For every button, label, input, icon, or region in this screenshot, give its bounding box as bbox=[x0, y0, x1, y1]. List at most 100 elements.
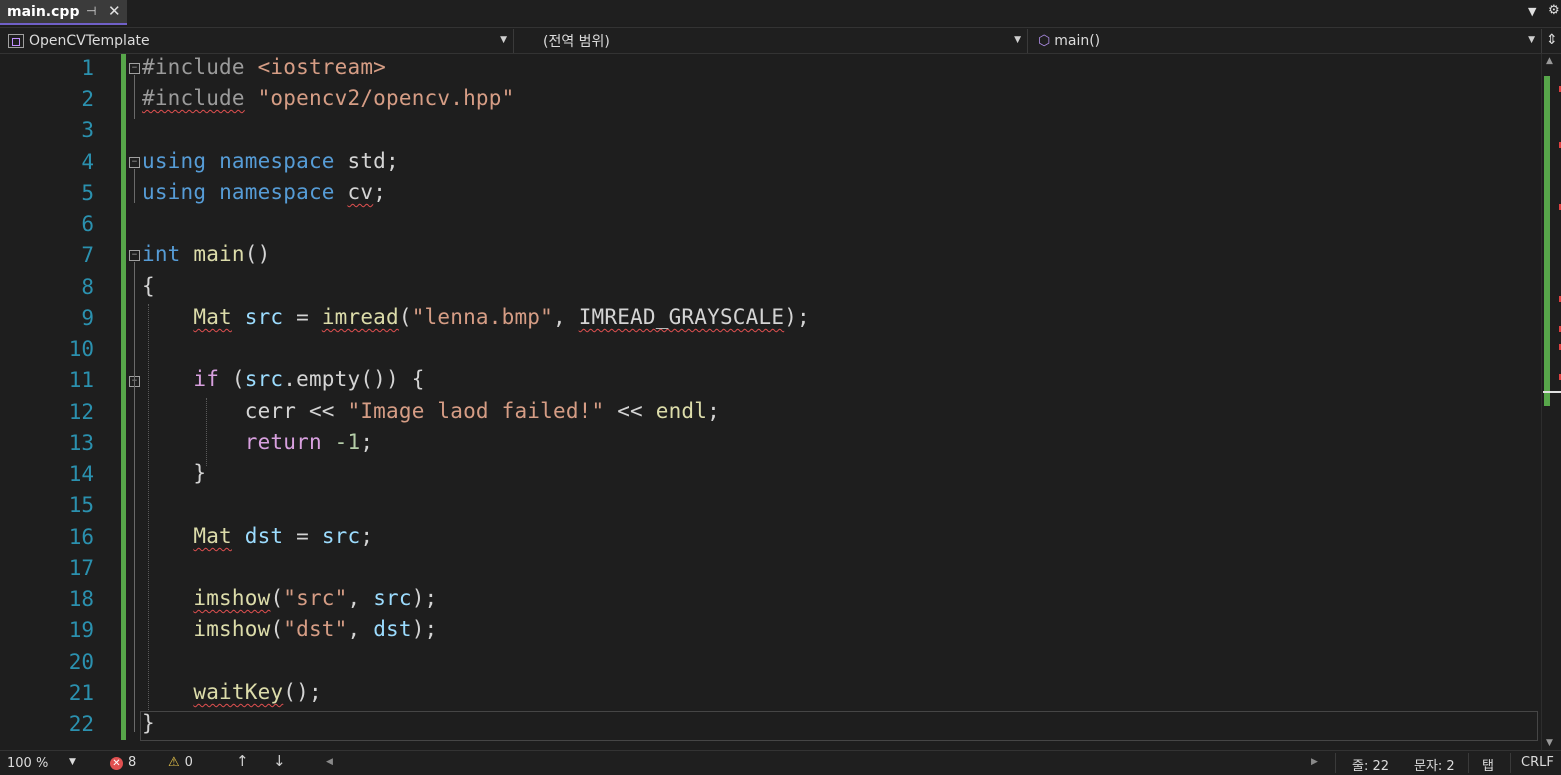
indentation-indicator[interactable]: 탭 bbox=[1482, 755, 1494, 774]
line-number: 20 bbox=[68, 650, 94, 674]
line-number: 8 bbox=[81, 275, 94, 299]
vertical-scrollbar[interactable]: ▲ ▼ bbox=[1541, 54, 1561, 750]
code-text: { bbox=[142, 274, 155, 298]
line-number: 4 bbox=[81, 150, 94, 174]
code-text: cerr << "Image laod failed!" << endl; bbox=[244, 399, 720, 423]
code-line: 21 waitKey(); bbox=[0, 679, 1541, 710]
tab-main-cpp[interactable]: main.cpp ⊣ ✕ bbox=[0, 0, 127, 25]
code-editor[interactable]: − − − − 1 #include <iostream> 2 #include… bbox=[0, 54, 1541, 750]
line-number: 3 bbox=[81, 118, 94, 142]
divider bbox=[1468, 753, 1469, 773]
code-line: 11 if (src.empty()) { bbox=[0, 366, 1541, 397]
line-indicator[interactable]: 줄: 22 bbox=[1352, 755, 1389, 774]
project-dropdown[interactable]: OpenCVTemplate ▼ bbox=[0, 29, 514, 53]
code-line: 17 bbox=[0, 554, 1541, 585]
scroll-right-icon[interactable]: ▶ bbox=[1311, 757, 1318, 767]
caret-position-marker bbox=[1543, 391, 1561, 393]
code-line: 7 int main() bbox=[0, 241, 1541, 272]
code-text: return -1; bbox=[244, 430, 374, 454]
warning-icon: ⚠ bbox=[168, 755, 180, 770]
code-text: using namespace cv; bbox=[142, 180, 387, 204]
scope-dropdown[interactable]: (전역 범위) ▼ bbox=[516, 29, 1028, 53]
code-line: 8 { bbox=[0, 273, 1541, 304]
line-number: 22 bbox=[68, 712, 94, 736]
code-line: 2 #include "opencv2/opencv.hpp" bbox=[0, 85, 1541, 116]
code-line: 9 Mat src = imread("lenna.bmp", IMREAD_G… bbox=[0, 304, 1541, 335]
scroll-down-icon[interactable]: ▼ bbox=[1546, 738, 1553, 748]
navigation-bar: OpenCVTemplate ▼ (전역 범위) ▼ ⬡ main() ▼ ⇕ bbox=[0, 27, 1561, 54]
code-text: Mat src = imread("lenna.bmp", IMREAD_GRA… bbox=[193, 305, 810, 329]
code-text: Mat dst = src; bbox=[193, 524, 374, 548]
zoom-dropdown[interactable]: 100 % ▼ bbox=[2, 753, 78, 773]
zoom-level: 100 % bbox=[7, 755, 49, 771]
code-line: 15 bbox=[0, 491, 1541, 522]
line-ending-indicator[interactable]: CRLF bbox=[1521, 755, 1554, 770]
chevron-down-icon: ▼ bbox=[1528, 35, 1535, 45]
code-text: #include <iostream> bbox=[142, 55, 387, 79]
code-line: 5 using namespace cv; bbox=[0, 179, 1541, 210]
method-cube-icon: ⬡ bbox=[1038, 33, 1051, 49]
tab-title: main.cpp bbox=[7, 3, 80, 20]
next-issue-arrow-down-icon[interactable]: ↓ bbox=[273, 752, 286, 770]
code-text: using namespace std; bbox=[142, 149, 399, 173]
line-number: 12 bbox=[68, 400, 94, 424]
code-line: 14 } bbox=[0, 460, 1541, 491]
code-line: 1 #include <iostream> bbox=[0, 54, 1541, 85]
code-text: waitKey(); bbox=[193, 680, 322, 704]
code-line: 4 using namespace std; bbox=[0, 148, 1541, 179]
line-number: 2 bbox=[81, 87, 94, 111]
line-number: 11 bbox=[68, 368, 94, 392]
line-number: 16 bbox=[68, 525, 94, 549]
member-name: main() bbox=[1054, 33, 1101, 49]
code-line: 12 cerr << "Image laod failed!" << endl; bbox=[0, 398, 1541, 429]
code-text: #include "opencv2/opencv.hpp" bbox=[142, 86, 515, 110]
code-text: imshow("dst", dst); bbox=[193, 617, 438, 641]
chevron-down-icon: ▼ bbox=[69, 757, 76, 767]
close-icon[interactable]: ✕ bbox=[108, 2, 121, 20]
code-line: 18 imshow("src", src); bbox=[0, 585, 1541, 616]
code-line: 6 bbox=[0, 210, 1541, 241]
chevron-down-icon: ▼ bbox=[1014, 35, 1021, 45]
member-dropdown[interactable]: ⬡ main() ▼ bbox=[1030, 29, 1542, 53]
line-number: 14 bbox=[68, 462, 94, 486]
char-indicator[interactable]: 문자: 2 bbox=[1414, 755, 1455, 774]
code-line: 3 bbox=[0, 116, 1541, 147]
warning-count-button[interactable]: ⚠ 0 bbox=[168, 755, 193, 770]
divider bbox=[1335, 753, 1336, 773]
line-number: 19 bbox=[68, 618, 94, 642]
code-line: 16 Mat dst = src; bbox=[0, 523, 1541, 554]
line-number: 1 bbox=[81, 56, 94, 80]
gear-icon[interactable]: ⚙ bbox=[1548, 3, 1560, 18]
project-name: OpenCVTemplate bbox=[29, 33, 150, 49]
code-line: 19 imshow("dst", dst); bbox=[0, 616, 1541, 647]
code-text: } bbox=[142, 461, 207, 485]
scrollbar-change-indicator bbox=[1544, 76, 1550, 406]
scroll-up-icon[interactable]: ▲ bbox=[1546, 56, 1553, 66]
line-number: 21 bbox=[68, 681, 94, 705]
split-window-icon[interactable]: ⇕ bbox=[1546, 32, 1558, 48]
line-number: 7 bbox=[81, 243, 94, 267]
code-line: 13 return -1; bbox=[0, 429, 1541, 460]
code-line: 20 bbox=[0, 648, 1541, 679]
code-line: 22 } bbox=[0, 710, 1541, 741]
editor-status-bar: 100 % ▼ ✕ 8 ⚠ 0 ↑ ↓ ◀ ▶ 줄: 22 문자: 2 탭 CRLF bbox=[0, 750, 1561, 775]
document-tab-strip: main.cpp ⊣ ✕ ▼ ⚙ bbox=[0, 0, 1561, 25]
error-count: 8 bbox=[128, 755, 137, 770]
line-number: 6 bbox=[81, 212, 94, 236]
code-text: imshow("src", src); bbox=[193, 586, 438, 610]
warning-count: 0 bbox=[184, 755, 193, 770]
tab-list-dropdown-icon[interactable]: ▼ bbox=[1528, 5, 1536, 18]
line-number: 5 bbox=[81, 181, 94, 205]
line-number: 13 bbox=[68, 431, 94, 455]
scroll-left-icon[interactable]: ◀ bbox=[326, 757, 333, 767]
line-number: 17 bbox=[68, 556, 94, 580]
project-icon bbox=[8, 34, 24, 48]
pin-icon[interactable]: ⊣ bbox=[86, 4, 96, 18]
error-count-button[interactable]: ✕ 8 bbox=[110, 755, 136, 770]
code-text: if (src.empty()) { bbox=[193, 367, 425, 391]
chevron-down-icon: ▼ bbox=[500, 35, 507, 45]
line-number: 9 bbox=[81, 306, 94, 330]
previous-issue-arrow-up-icon[interactable]: ↑ bbox=[236, 752, 249, 770]
line-number: 15 bbox=[68, 493, 94, 517]
line-number: 18 bbox=[68, 587, 94, 611]
